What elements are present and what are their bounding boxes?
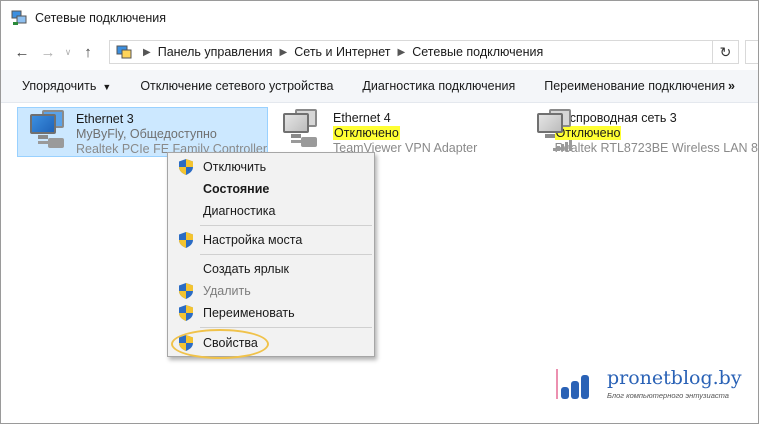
watermark: pronetblog.by Блог компьютерного энтузиа…	[549, 361, 749, 411]
navigation-bar: ← → ∨ ↑ ▶ Панель управления ▶ Сеть и Инт…	[1, 38, 758, 66]
arrow-up-icon[interactable]: ↑	[75, 39, 101, 65]
search-input[interactable]	[745, 40, 758, 64]
connection-status: Отключено	[554, 126, 622, 140]
menu-item-label: Диагностика	[203, 204, 276, 218]
connection-tile[interactable]: Ethernet 4 Отключено TeamViewer VPN Adap…	[271, 107, 521, 157]
connection-tile[interactable]: Ethernet 3 MyByFly, Общедоступно Realtek…	[17, 107, 268, 157]
control-panel-icon	[116, 44, 132, 60]
arrow-right-icon[interactable]: →	[35, 39, 61, 65]
highlight-ellipse	[171, 329, 269, 359]
network-connections-icon	[11, 10, 27, 26]
rename-button[interactable]: Переименование подключения	[544, 79, 725, 93]
breadcrumb-network-connections[interactable]: Сетевые подключения	[412, 45, 543, 59]
breadcrumb-separator: ▶	[143, 46, 151, 58]
command-bar: Упорядочить ▼ Отключение сетевого устройс…	[1, 70, 758, 103]
connection-name: Ethernet 4	[333, 111, 391, 125]
wireless-disabled-icon	[531, 107, 572, 157]
context-menu: Отключить Состояние Диагностика Настройк…	[167, 152, 375, 357]
menu-separator	[200, 225, 372, 226]
menu-item-label: Отключить	[203, 160, 267, 174]
uac-shield-icon	[179, 232, 193, 248]
title-bar: Сетевые подключения	[1, 1, 758, 35]
refresh-icon[interactable]: ↻	[713, 40, 739, 64]
connection-adapter: Realtek RTL8723BE Wireless LAN 8	[554, 141, 758, 155]
connection-tile[interactable]: Беспроводная сеть 3 Отключено Realtek RT…	[525, 107, 758, 157]
breadcrumb-network-internet[interactable]: Сеть и Интернет	[294, 45, 390, 59]
menu-item-delete[interactable]: Удалить	[169, 280, 373, 302]
breadcrumb-separator: ▶	[279, 46, 288, 58]
menu-item-bridge[interactable]: Настройка моста	[169, 229, 373, 251]
menu-item-label: Состояние	[203, 182, 270, 196]
explorer-window: Сетевые подключения ← → ∨ ↑ ▶ Панель упр…	[0, 0, 759, 424]
ethernet-disabled-icon	[277, 107, 327, 157]
menu-separator	[200, 327, 372, 328]
uac-shield-icon	[179, 283, 193, 299]
menu-item-label: Настройка моста	[203, 233, 303, 247]
connection-status: Отключено	[333, 126, 400, 140]
menu-separator	[200, 254, 372, 255]
watermark-site: pronetblog.by	[607, 367, 742, 389]
connection-name: Ethernet 3	[75, 112, 134, 126]
address-bar[interactable]: ▶ Панель управления ▶ Сеть и Интернет ▶ …	[109, 40, 713, 64]
window-title: Сетевые подключения	[35, 11, 167, 25]
menu-item-status[interactable]: Состояние	[169, 178, 373, 200]
menu-item-label: Создать ярлык	[203, 262, 290, 276]
ethernet-connected-icon	[24, 108, 70, 158]
menu-item-diagnostics[interactable]: Диагностика	[169, 200, 373, 222]
uac-shield-icon	[179, 159, 193, 175]
uac-shield-icon	[179, 305, 193, 321]
chevron-down-icon: ▼	[102, 82, 112, 92]
organize-label: Упорядочить	[22, 79, 97, 93]
diagnose-button[interactable]: Диагностика подключения	[362, 79, 515, 93]
menu-item-rename[interactable]: Переименовать	[169, 302, 373, 324]
organize-button[interactable]: Упорядочить ▼	[22, 79, 111, 93]
chevron-down-icon[interactable]: ∨	[61, 39, 75, 65]
menu-item-label: Переименовать	[203, 306, 295, 320]
watermark-tagline: Блог компьютерного энтузиаста	[607, 391, 729, 400]
connection-name: Беспроводная сеть 3	[554, 111, 677, 125]
breadcrumb-control-panel[interactable]: Панель управления	[158, 45, 273, 59]
menu-item-label: Удалить	[203, 284, 251, 298]
menu-item-disable[interactable]: Отключить	[169, 156, 373, 178]
connection-status: MyByFly, Общедоступно	[75, 127, 217, 141]
menu-item-create-shortcut[interactable]: Создать ярлык	[169, 258, 373, 280]
more-commands-button[interactable]: »	[728, 79, 735, 93]
breadcrumb-separator: ▶	[397, 46, 406, 58]
watermark-logo-icon	[556, 369, 589, 399]
arrow-left-icon[interactable]: ←	[9, 39, 35, 65]
disable-device-button[interactable]: Отключение сетевого устройства	[140, 79, 333, 93]
